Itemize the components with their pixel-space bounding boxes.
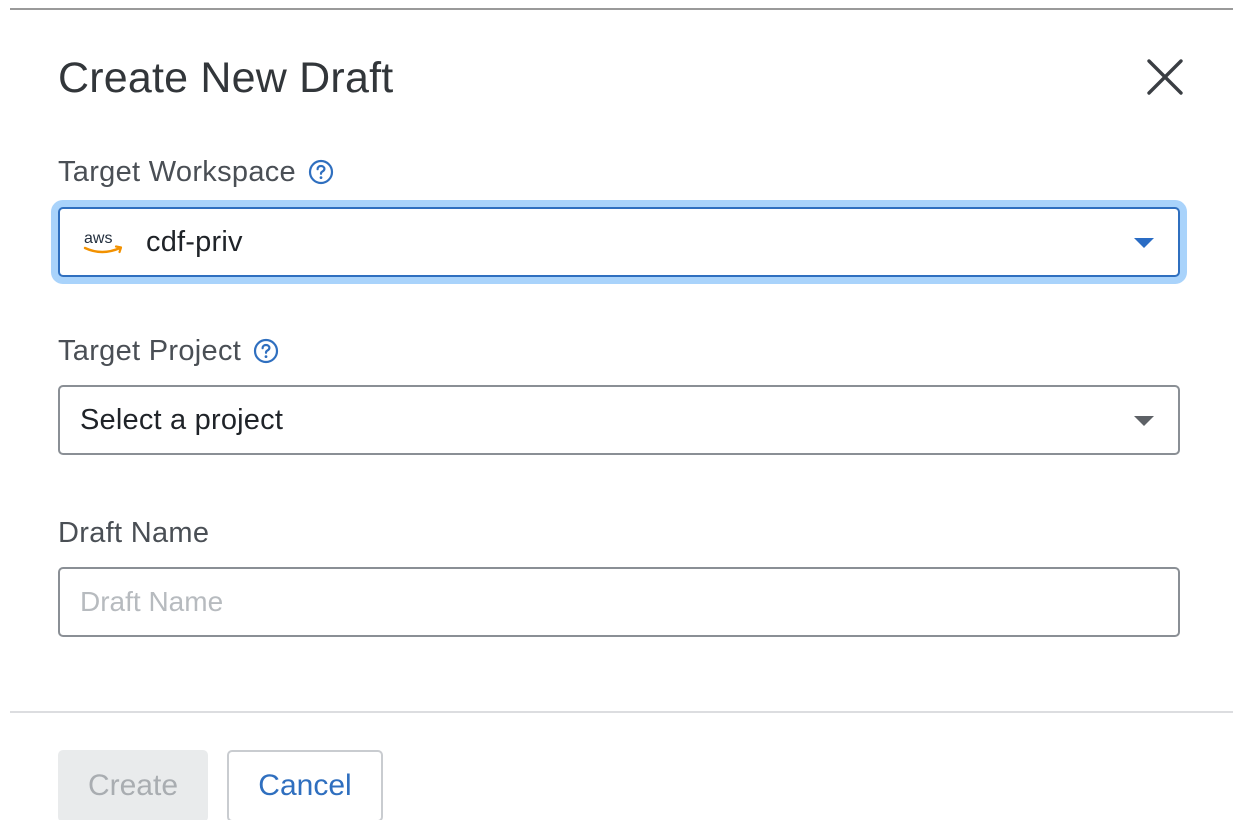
create-draft-dialog: Create New Draft Target Workspace aws cd… xyxy=(0,0,1233,820)
help-icon[interactable] xyxy=(308,159,334,185)
close-icon xyxy=(1147,59,1183,95)
chevron-down-icon xyxy=(1134,238,1154,248)
project-select[interactable]: Select a project xyxy=(58,385,1180,455)
draft-name-label: Draft Name xyxy=(58,517,210,549)
create-button[interactable]: Create xyxy=(58,750,208,820)
workspace-select-value: cdf-priv xyxy=(146,225,243,258)
top-divider xyxy=(10,8,1233,10)
aws-logo-icon: aws xyxy=(83,230,123,254)
draft-name-input[interactable] xyxy=(58,567,1180,637)
workspace-select[interactable]: aws cdf-priv xyxy=(58,207,1180,277)
workspace-label-row: Target Workspace xyxy=(58,154,334,190)
project-select-value: Select a project xyxy=(80,403,284,436)
svg-text:aws: aws xyxy=(84,230,112,247)
dialog-title: Create New Draft xyxy=(58,54,394,102)
chevron-down-icon xyxy=(1134,416,1154,426)
help-icon[interactable] xyxy=(253,338,279,364)
project-label-row: Target Project xyxy=(58,333,279,369)
close-button[interactable] xyxy=(1140,52,1190,102)
project-label: Target Project xyxy=(58,335,242,367)
cancel-button[interactable]: Cancel xyxy=(227,750,383,820)
workspace-label: Target Workspace xyxy=(58,156,296,188)
footer-divider xyxy=(10,711,1233,713)
